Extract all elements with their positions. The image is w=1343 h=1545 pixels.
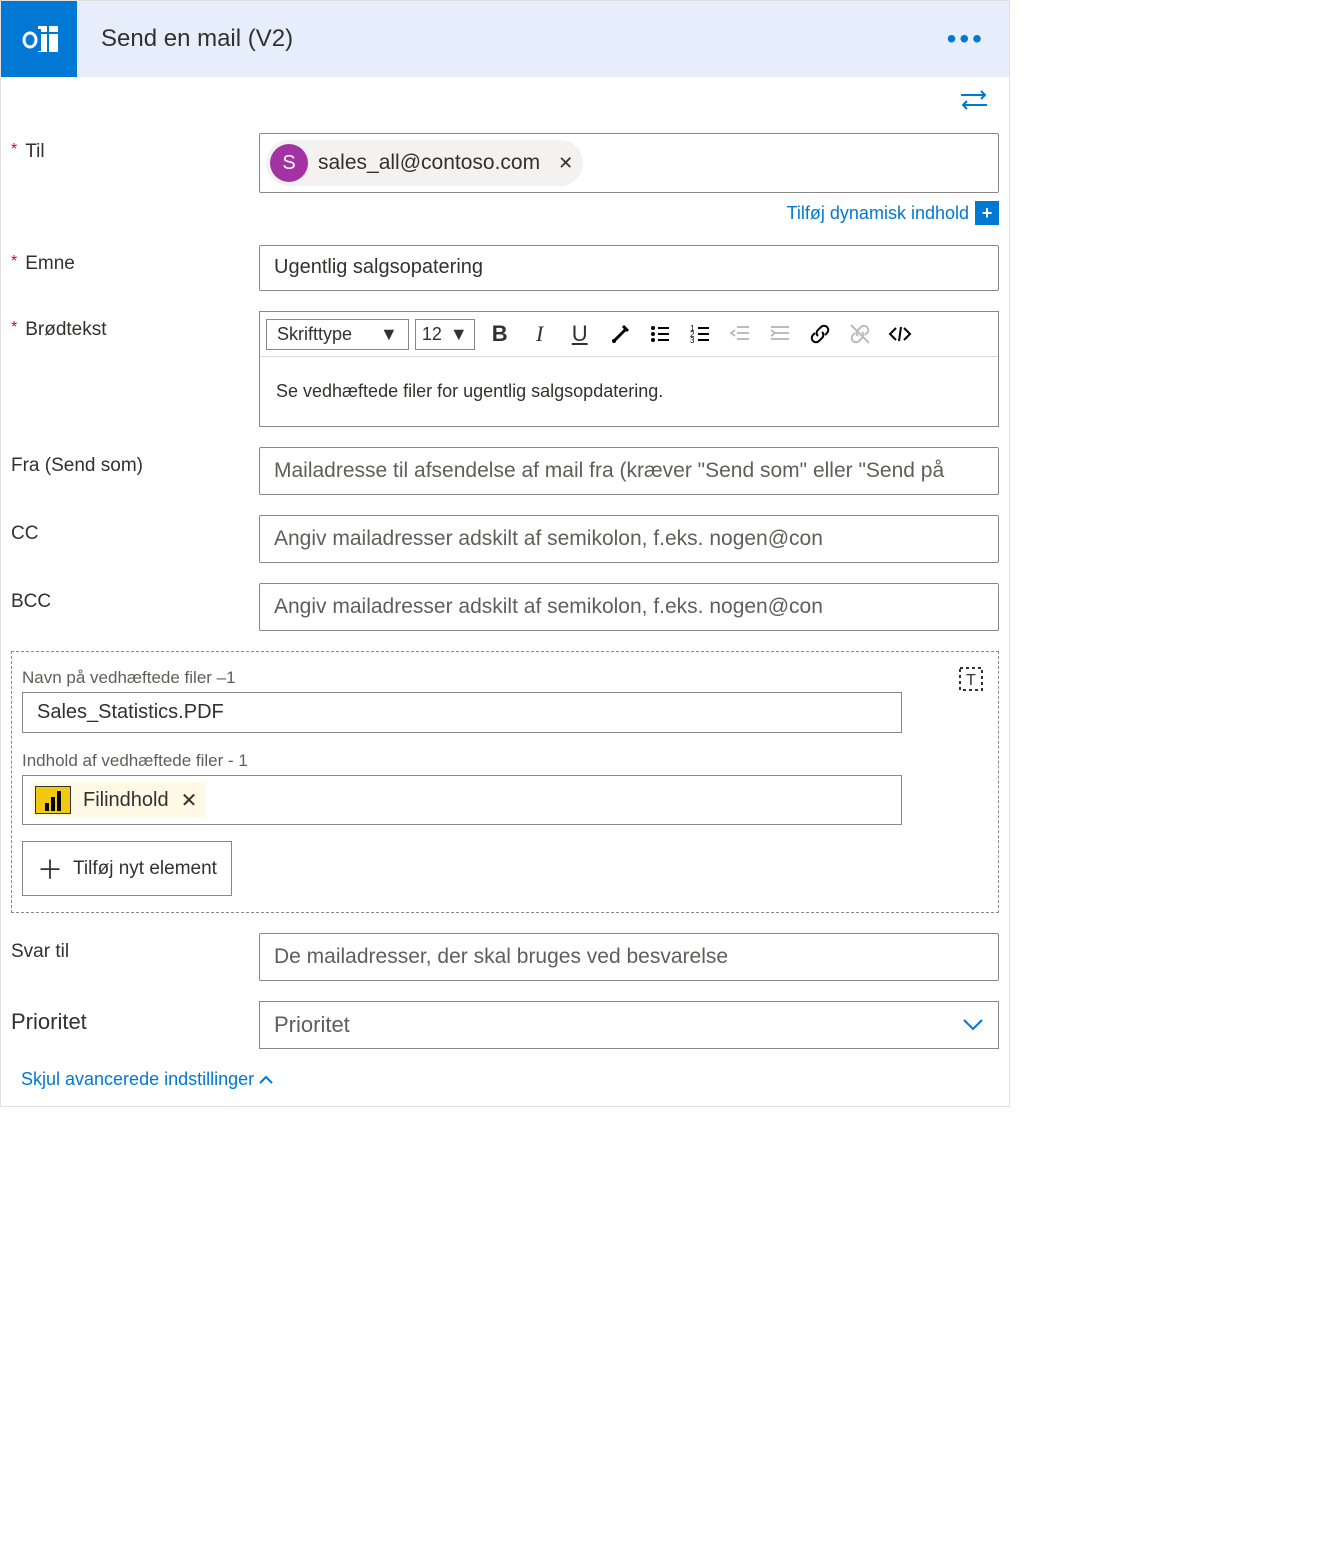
priority-label: Prioritet xyxy=(11,1001,259,1035)
subject-row: * Emne Ugentlig salgsopatering xyxy=(11,245,999,291)
priority-row: Prioritet Prioritet xyxy=(11,1001,999,1049)
font-family-select[interactable]: Skrifttype ▼ xyxy=(266,319,409,350)
from-input[interactable]: Mailadresse til afsendelse af mail fra (… xyxy=(259,447,999,495)
add-dynamic-content-link[interactable]: Tilføj dynamisk indhold + xyxy=(787,201,999,225)
cc-label: CC xyxy=(11,515,259,545)
card-header: Send en mail (V2) ••• xyxy=(1,1,1009,77)
svg-text:T: T xyxy=(966,672,976,689)
body-content[interactable]: Se vedhæftede filer for ugentlig salgsop… xyxy=(260,357,998,426)
reply-to-label: Svar til xyxy=(11,933,259,963)
from-label: Fra (Send som) xyxy=(11,447,259,477)
avatar: S xyxy=(270,144,308,182)
required-asterisk: * xyxy=(11,253,17,271)
plus-icon: ＋ xyxy=(37,850,63,887)
file-content-token[interactable]: Filindhold ✕ xyxy=(31,782,205,818)
cc-input[interactable]: Angiv mailadresser adskilt af semikolon,… xyxy=(259,515,999,563)
add-new-item-button[interactable]: ＋ Tilføj nyt element xyxy=(22,841,232,896)
attachment-name-label: Navn på vedhæftede filer –1 xyxy=(22,668,988,688)
card-body: * Til S sales_all@contoso.com ✕ Tilføj d… xyxy=(1,77,1009,1106)
to-label: * Til xyxy=(11,133,259,163)
to-input[interactable]: S sales_all@contoso.com ✕ xyxy=(259,133,999,193)
attachment-content-input[interactable]: Filindhold ✕ xyxy=(22,775,902,825)
plus-icon: + xyxy=(975,201,999,225)
cc-row: CC Angiv mailadresser adskilt af semikol… xyxy=(11,515,999,563)
chevron-up-icon xyxy=(258,1075,274,1085)
to-row: * Til S sales_all@contoso.com ✕ Tilføj d… xyxy=(11,133,999,225)
hide-advanced-link[interactable]: Skjul avancerede indstillinger xyxy=(11,1069,274,1090)
email-action-card: Send en mail (V2) ••• * Til S sales_ xyxy=(0,0,1010,1107)
card-title: Send en mail (V2) xyxy=(77,25,947,53)
powerbi-icon xyxy=(35,786,71,814)
reply-to-input[interactable]: De mailadresser, der skal bruges ved bes… xyxy=(259,933,999,981)
outdent-button[interactable] xyxy=(721,316,759,352)
chevron-down-icon xyxy=(962,1018,984,1032)
numbered-list-button[interactable]: 1 2 3 xyxy=(681,316,719,352)
font-size-select[interactable]: 12 ▼ xyxy=(415,319,475,350)
italic-button[interactable]: I xyxy=(521,316,559,352)
from-row: Fra (Send som) Mailadresse til afsendels… xyxy=(11,447,999,495)
body-label: * Brødtekst xyxy=(11,311,259,341)
subject-input[interactable]: Ugentlig salgsopatering xyxy=(259,245,999,291)
recipient-chip[interactable]: S sales_all@contoso.com ✕ xyxy=(266,140,583,186)
outlook-icon xyxy=(1,1,77,77)
link-button[interactable] xyxy=(801,316,839,352)
body-editor: Skrifttype ▼ 12 ▼ B I U xyxy=(259,311,999,427)
code-view-button[interactable] xyxy=(881,316,919,352)
required-asterisk: * xyxy=(11,141,17,159)
chevron-down-icon: ▼ xyxy=(380,324,398,345)
bcc-label: BCC xyxy=(11,583,259,613)
chevron-down-icon: ▼ xyxy=(450,324,468,345)
attachment-content-label: Indhold af vedhæftede filer - 1 xyxy=(22,751,988,771)
bold-button[interactable]: B xyxy=(481,316,519,352)
swap-connection-icon[interactable] xyxy=(959,89,989,111)
attachment-name-input[interactable]: Sales_Statistics.PDF xyxy=(22,692,902,733)
priority-select[interactable]: Prioritet xyxy=(259,1001,999,1049)
switch-mode-icon[interactable]: T xyxy=(958,666,984,692)
font-color-button[interactable] xyxy=(601,316,639,352)
recipient-email: sales_all@contoso.com xyxy=(318,151,540,175)
unlink-button[interactable] xyxy=(841,316,879,352)
remove-token-icon[interactable]: ✕ xyxy=(181,788,198,813)
underline-button[interactable]: U xyxy=(561,316,599,352)
body-row: * Brødtekst Skrifttype ▼ 12 ▼ B xyxy=(11,311,999,427)
required-asterisk: * xyxy=(11,319,17,337)
rte-toolbar: Skrifttype ▼ 12 ▼ B I U xyxy=(260,312,998,357)
svg-text:3: 3 xyxy=(690,336,695,345)
bullet-list-button[interactable] xyxy=(641,316,679,352)
attachments-section: T Navn på vedhæftede filer –1 Sales_Stat… xyxy=(11,651,999,913)
bcc-input[interactable]: Angiv mailadresser adskilt af semikolon,… xyxy=(259,583,999,631)
bcc-row: BCC Angiv mailadresser adskilt af semiko… xyxy=(11,583,999,631)
remove-recipient-icon[interactable]: ✕ xyxy=(558,153,573,174)
card-menu-button[interactable]: ••• xyxy=(947,23,985,55)
subject-label: * Emne xyxy=(11,245,259,275)
indent-button[interactable] xyxy=(761,316,799,352)
reply-to-row: Svar til De mailadresser, der skal bruge… xyxy=(11,933,999,981)
